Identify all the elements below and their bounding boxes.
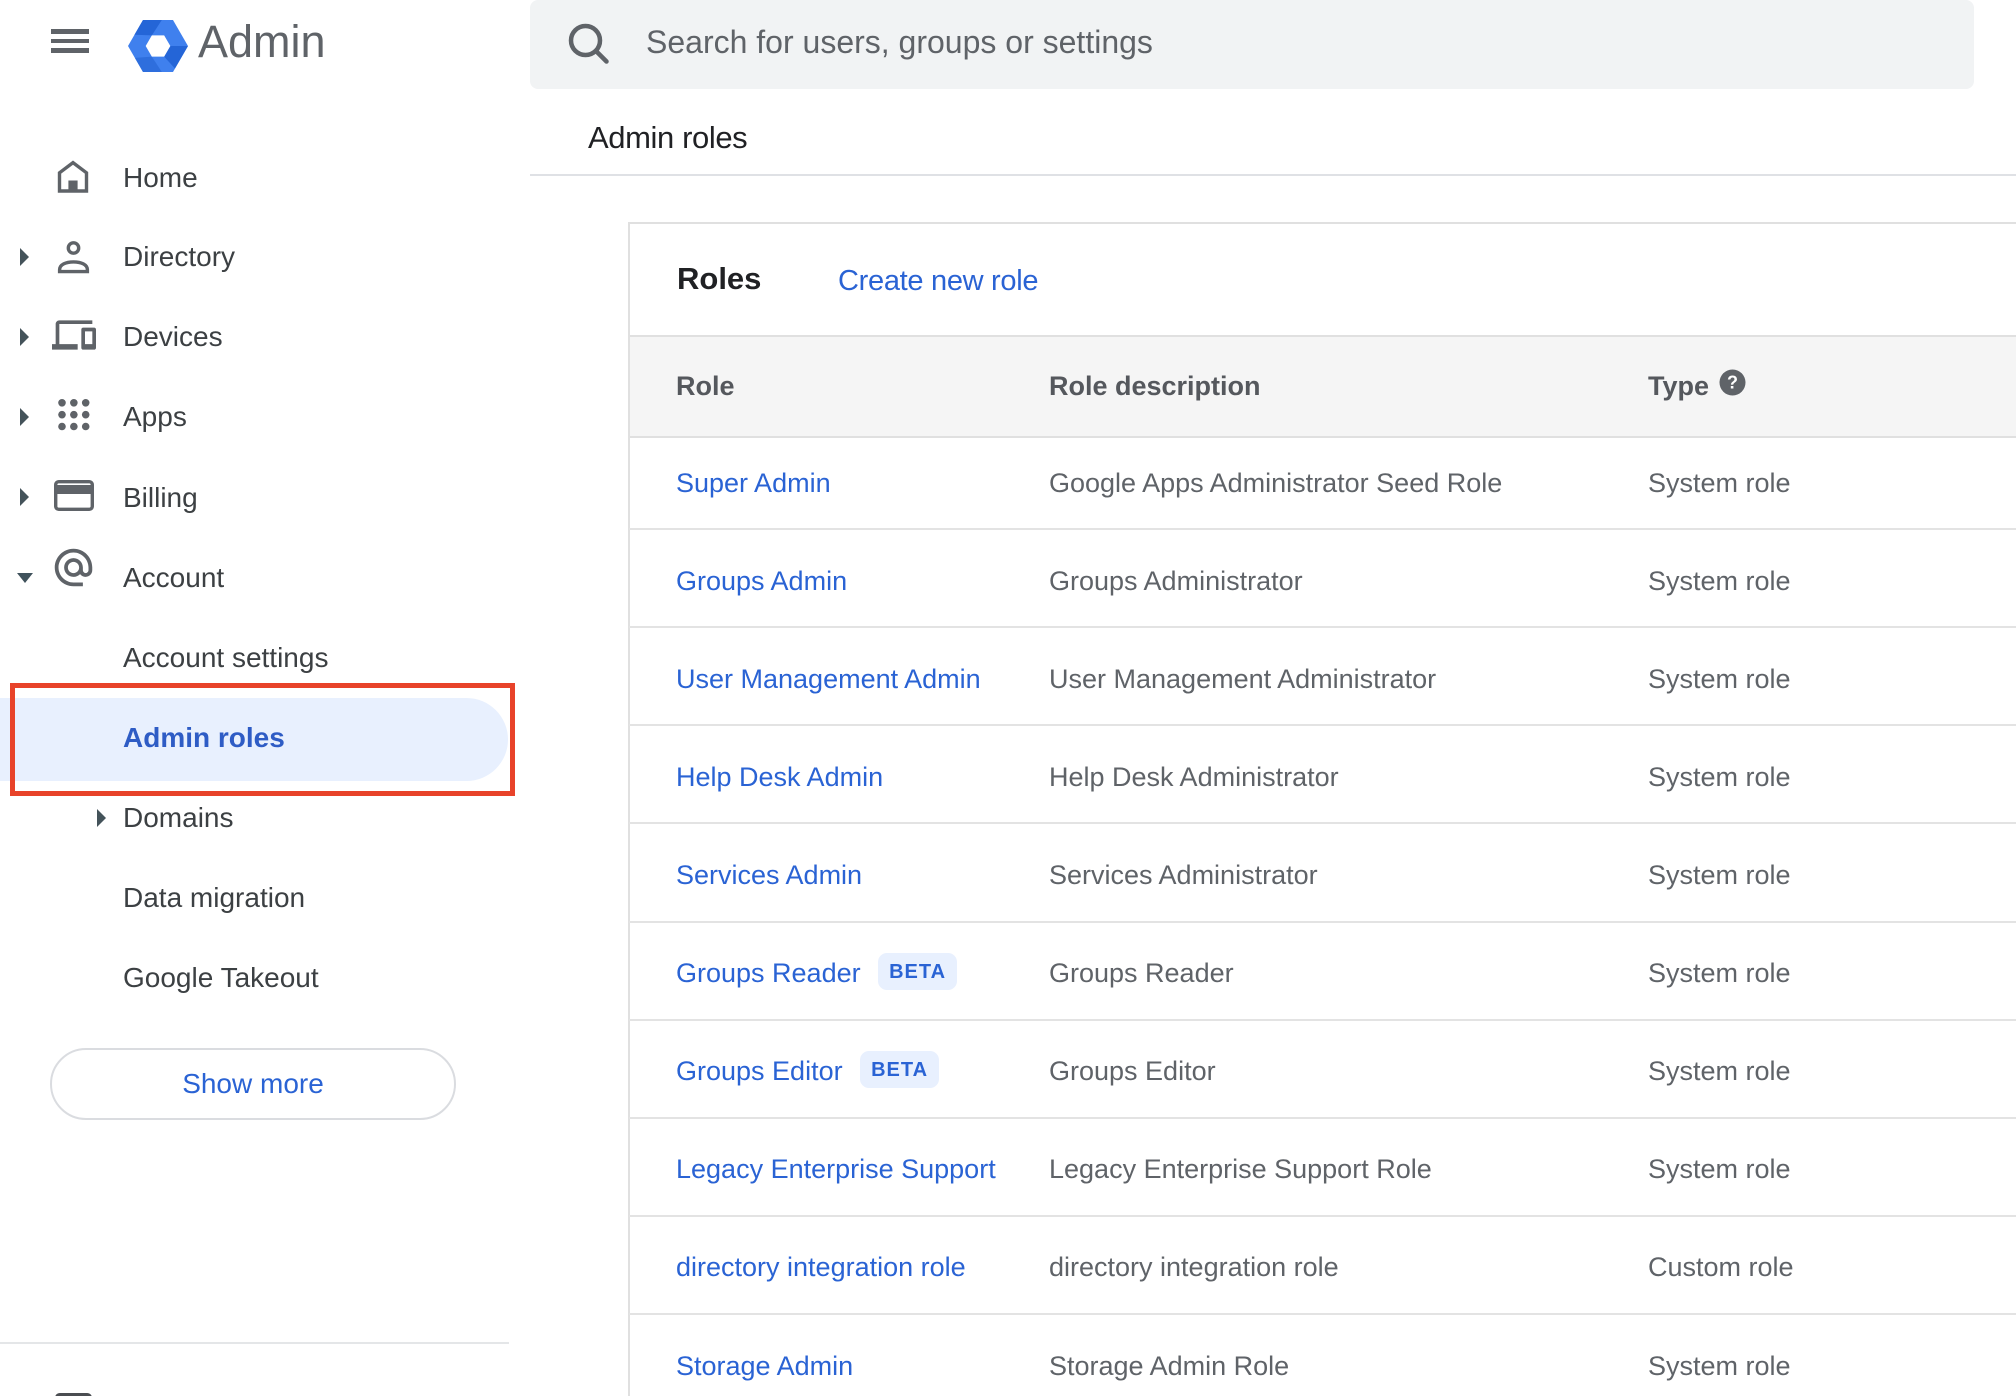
svg-text:?: ? [1727,373,1738,393]
